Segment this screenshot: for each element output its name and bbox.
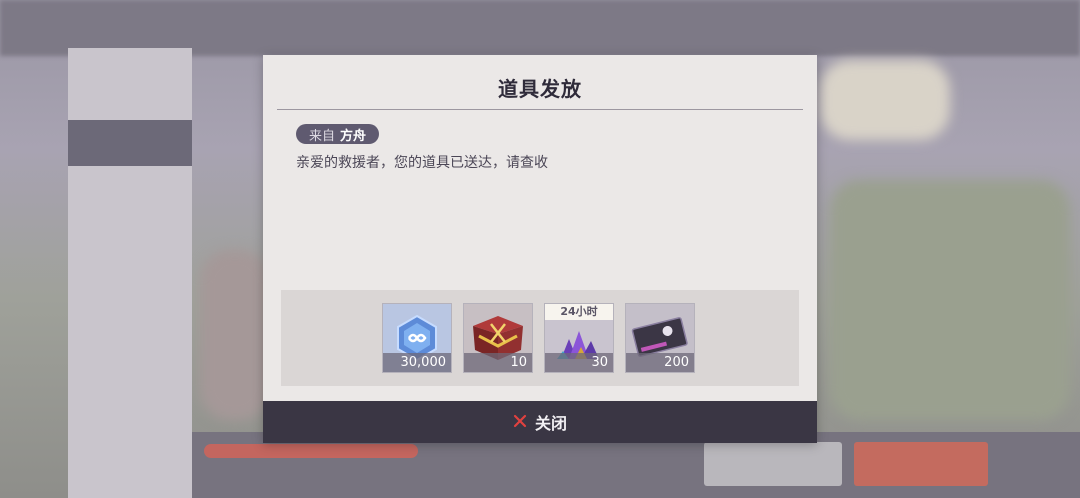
reward-items-panel: 30,000 10 24小时 30 200 — [281, 290, 799, 386]
item-count: 30,000 — [383, 353, 451, 372]
sender-name: 方舟 — [340, 128, 367, 144]
item-delivery-dialog: 道具发放 来自 方舟 亲爱的救援者，您的道具已送达，请查收 30,000 10 … — [263, 55, 817, 443]
item-count: 30 — [545, 353, 613, 372]
background-sidebar — [68, 48, 192, 498]
reward-item[interactable]: 30,000 — [382, 303, 452, 373]
background-button — [854, 442, 988, 486]
background-progress — [204, 444, 418, 458]
sender-badge: 来自 方舟 — [296, 124, 380, 144]
background-sidebar-active — [68, 120, 192, 166]
reward-item[interactable]: 200 — [625, 303, 695, 373]
dialog-title: 道具发放 — [498, 77, 582, 101]
background-button — [704, 442, 842, 486]
title-divider — [277, 109, 803, 110]
reward-items-row: 30,000 10 24小时 30 200 — [382, 303, 695, 373]
reward-item[interactable]: 10 — [463, 303, 533, 373]
reward-item[interactable]: 24小时 30 — [544, 303, 614, 373]
duration-tag: 24小时 — [545, 304, 613, 320]
background-blur — [200, 250, 270, 420]
close-label: 关闭 — [534, 414, 567, 433]
item-count: 10 — [464, 353, 532, 372]
sender-prefix: 来自 — [309, 128, 336, 144]
close-icon — [513, 413, 527, 432]
item-count: 200 — [626, 353, 694, 372]
background-blur — [830, 180, 1070, 420]
background-blur — [820, 60, 950, 140]
close-button[interactable]: 关闭 — [263, 401, 817, 443]
mail-message: 亲爱的救援者，您的道具已送达，请查收 — [296, 155, 548, 171]
